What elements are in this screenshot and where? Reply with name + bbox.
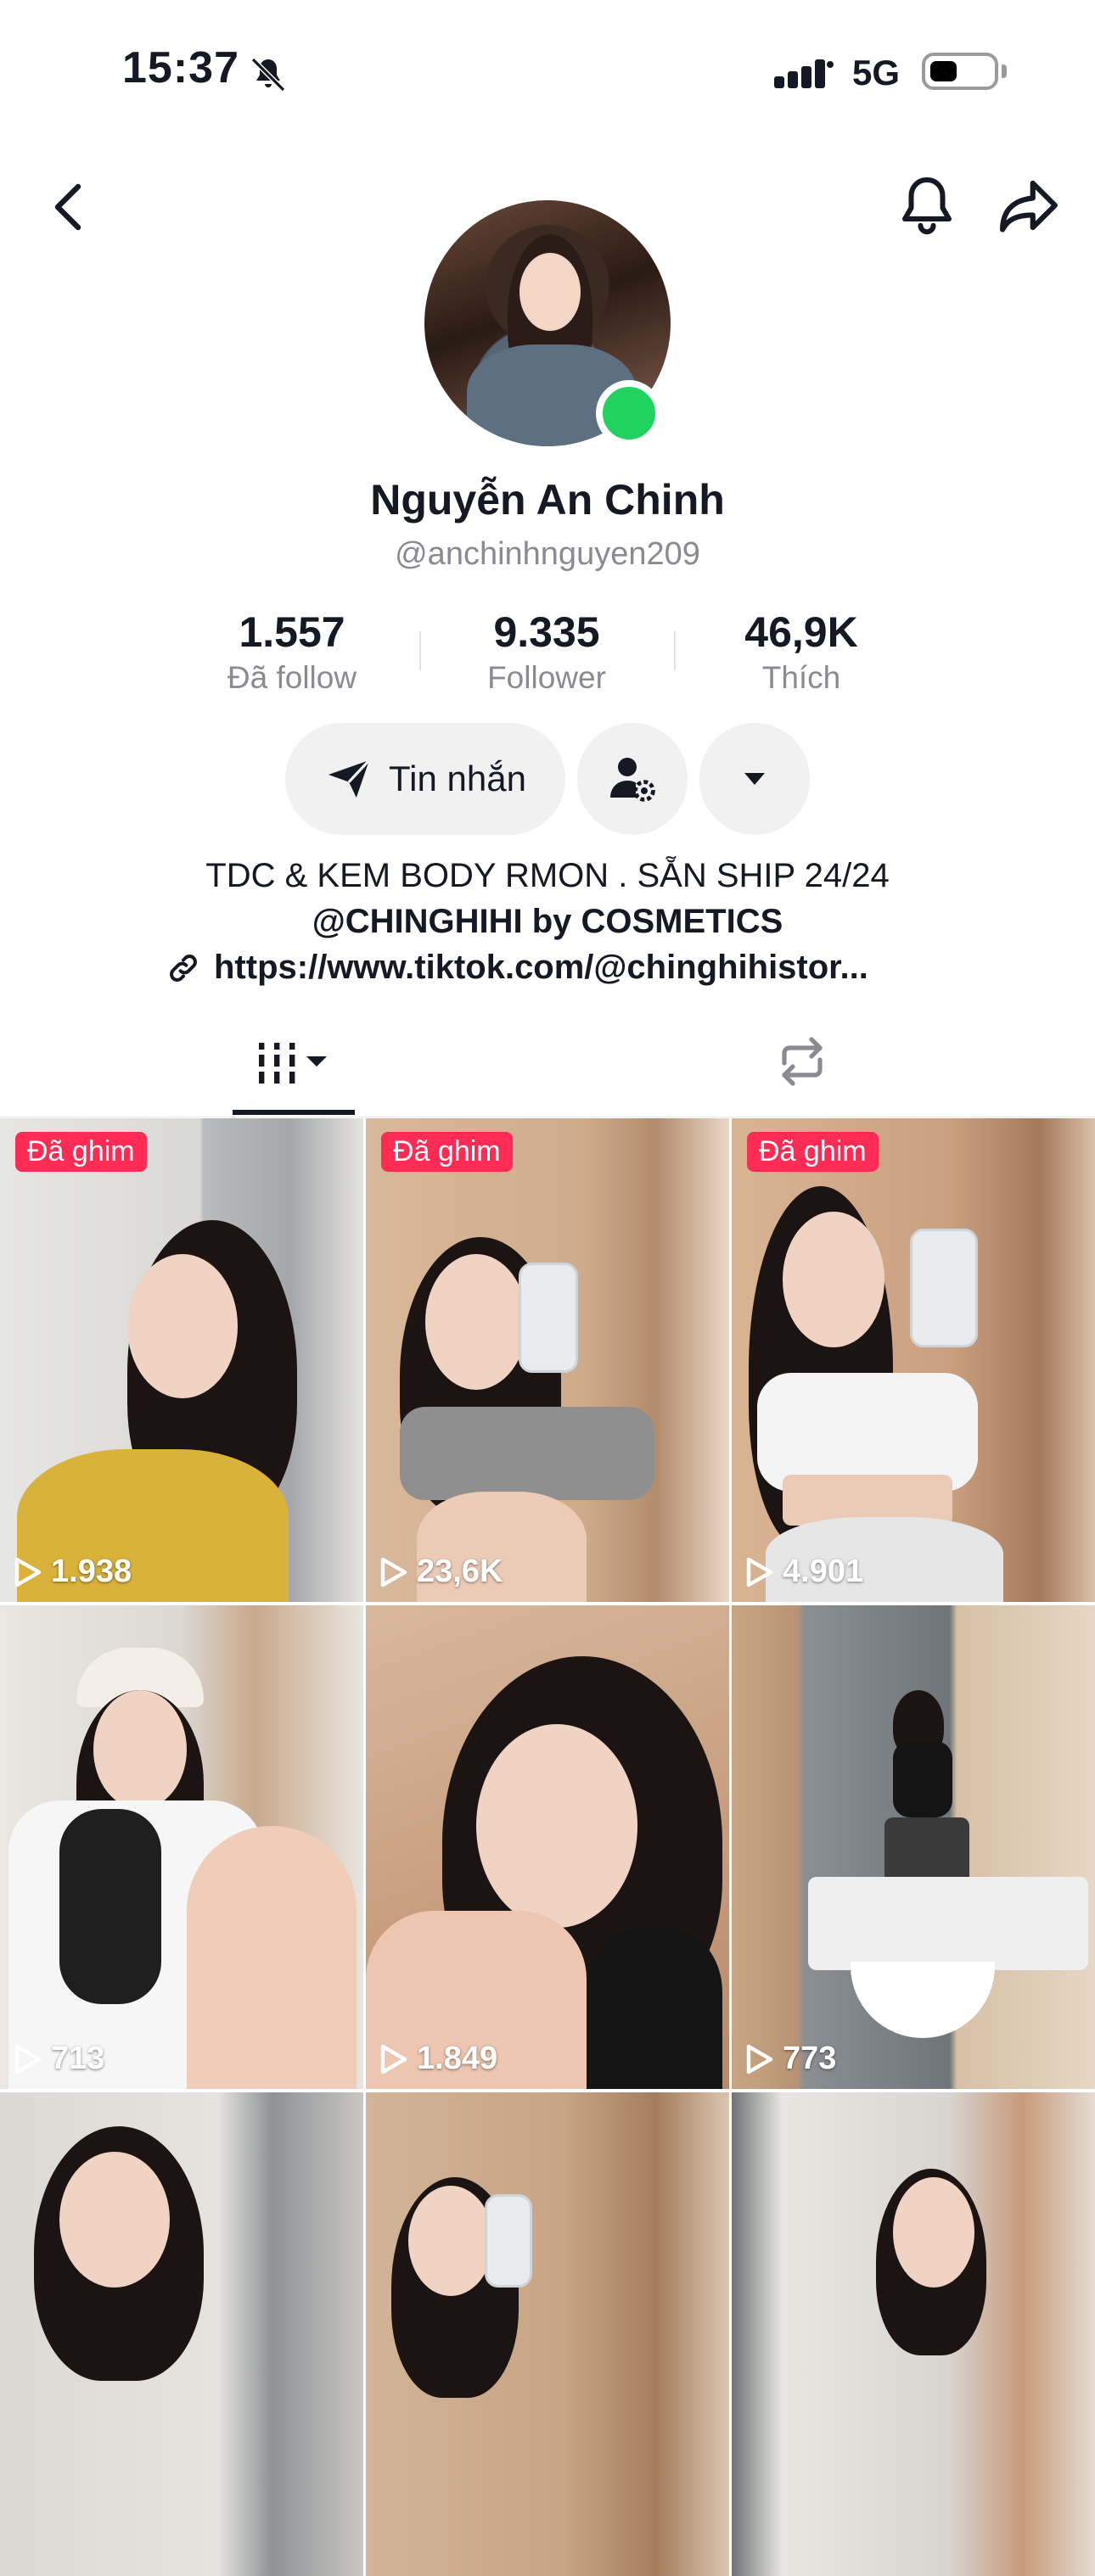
video-tile[interactable] bbox=[732, 2092, 1095, 2576]
battery-tip bbox=[1002, 64, 1007, 78]
stat-following[interactable]: 1.557 Đã follow bbox=[165, 608, 419, 696]
add-friend-button[interactable] bbox=[577, 723, 688, 835]
view-count-text: 773 bbox=[783, 2041, 837, 2076]
tab-videos[interactable] bbox=[233, 1015, 355, 1108]
pinned-badge: Đã ghim bbox=[747, 1132, 879, 1172]
message-button[interactable]: Tin nhắn bbox=[285, 723, 565, 835]
bell-slash-icon bbox=[250, 57, 286, 92]
paper-plane-icon bbox=[328, 759, 371, 798]
back-button[interactable] bbox=[34, 170, 102, 244]
video-tile[interactable]: 713 bbox=[0, 1605, 363, 2089]
stat-followers-value: 9.335 bbox=[493, 608, 600, 656]
network-type: 5G bbox=[852, 53, 901, 92]
play-outline-icon bbox=[380, 1557, 407, 1587]
share-arrow-icon bbox=[1000, 180, 1058, 232]
notification-button[interactable] bbox=[891, 170, 963, 241]
stat-followers-label: Follower bbox=[487, 660, 606, 695]
view-count: 1.938 bbox=[14, 1554, 132, 1590]
stat-likes-label: Thích bbox=[761, 660, 841, 695]
profile-name: Nguyễn An Chinh bbox=[370, 476, 725, 524]
bio-line-2: @CHINGHIHI by COSMETICS bbox=[312, 903, 783, 940]
view-count-text: 1.938 bbox=[51, 1554, 132, 1589]
stat-likes[interactable]: 46,9K Thích bbox=[674, 608, 929, 696]
play-outline-icon bbox=[380, 2044, 407, 2074]
user-gear-icon bbox=[610, 758, 655, 802]
pinned-badge: Đã ghim bbox=[381, 1132, 513, 1172]
repost-icon bbox=[782, 1037, 823, 1086]
stat-following-value: 1.557 bbox=[239, 608, 345, 656]
video-tile[interactable] bbox=[0, 2092, 363, 2576]
battery-icon bbox=[922, 53, 998, 90]
caret-down-icon bbox=[744, 773, 765, 785]
bio-link-text: https://www.tiktok.com/@chinghihistor... bbox=[214, 949, 868, 986]
play-outline-icon bbox=[14, 1557, 42, 1587]
bio-line-1: TDC & KEM BODY RMON . SẴN SHIP 24/24 bbox=[205, 857, 890, 894]
grid-bars-icon bbox=[259, 1043, 327, 1084]
video-tile[interactable]: 1.849 bbox=[366, 1605, 729, 2089]
view-count: 713 bbox=[14, 2041, 104, 2077]
more-options-button[interactable] bbox=[699, 723, 810, 835]
stat-followers[interactable]: 9.335 Follower bbox=[419, 608, 674, 696]
view-count: 4.901 bbox=[745, 1554, 863, 1590]
pinned-badge: Đã ghim bbox=[15, 1132, 147, 1172]
view-count-text: 713 bbox=[51, 2041, 105, 2076]
message-button-label: Tin nhắn bbox=[389, 759, 526, 798]
bio-link[interactable]: https://www.tiktok.com/@chinghihistor... bbox=[166, 949, 930, 987]
view-count-text: 4.901 bbox=[783, 1554, 864, 1589]
link-icon bbox=[170, 954, 197, 982]
play-outline-icon bbox=[746, 2044, 773, 2074]
view-count-text: 1.849 bbox=[417, 2041, 498, 2076]
view-count: 1.849 bbox=[379, 2041, 497, 2077]
play-outline-icon bbox=[746, 1557, 773, 1587]
stat-following-label: Đã follow bbox=[227, 660, 357, 695]
battery-level bbox=[930, 61, 957, 81]
video-grid: Đã ghim 1.938 Đã ghim 23,6K Đã ghim 4.90… bbox=[0, 1118, 1095, 2576]
video-tile[interactable]: Đã ghim 1.938 bbox=[0, 1118, 363, 1602]
bell-icon bbox=[902, 177, 952, 235]
view-count-text: 23,6K bbox=[417, 1554, 503, 1589]
status-time: 15:37 bbox=[122, 43, 239, 92]
active-tab-indicator bbox=[233, 1110, 355, 1115]
cellular-signal-icon bbox=[774, 59, 834, 88]
online-status-badge bbox=[596, 380, 662, 446]
video-tile[interactable] bbox=[366, 2092, 729, 2576]
tab-reposts[interactable] bbox=[747, 1015, 857, 1108]
video-tile[interactable]: 773 bbox=[732, 1605, 1095, 2089]
video-tile[interactable]: Đã ghim 4.901 bbox=[732, 1118, 1095, 1602]
video-tile[interactable]: Đã ghim 23,6K bbox=[366, 1118, 729, 1602]
profile-handle: @anchinhnguyen209 bbox=[395, 536, 700, 572]
chevron-left-icon bbox=[54, 183, 81, 231]
view-count: 773 bbox=[745, 2041, 836, 2077]
view-count: 23,6K bbox=[379, 1554, 503, 1590]
share-button[interactable] bbox=[991, 170, 1066, 241]
play-outline-icon bbox=[14, 2044, 42, 2074]
stat-likes-value: 46,9K bbox=[744, 608, 858, 656]
